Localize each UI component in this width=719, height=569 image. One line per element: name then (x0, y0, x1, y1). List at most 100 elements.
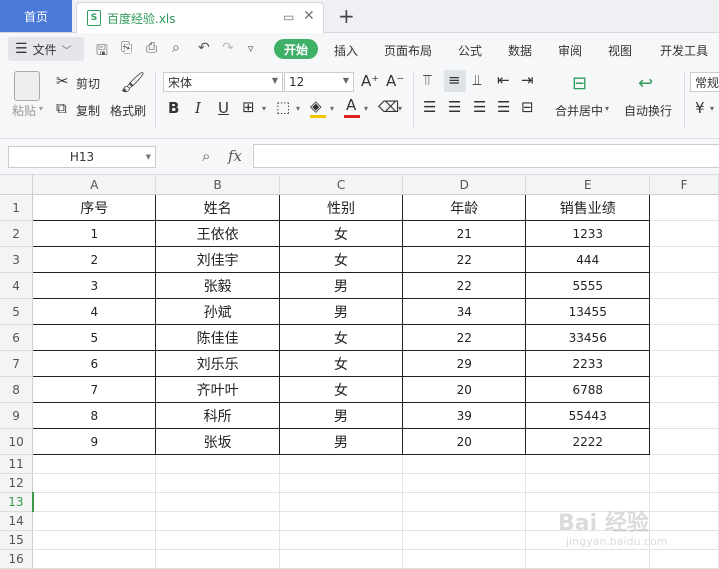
cell[interactable] (649, 272, 719, 299)
cell[interactable]: 2233 (525, 350, 651, 377)
cell[interactable]: 陈佳佳 (155, 324, 280, 351)
copy-icon[interactable]: ⧉ (56, 99, 67, 117)
cell[interactable]: 1233 (525, 220, 651, 247)
cell[interactable] (525, 454, 651, 474)
wrap-text-button[interactable]: 自动换行 (624, 102, 672, 119)
cell[interactable] (32, 511, 157, 531)
row-header[interactable]: 7 (0, 350, 34, 377)
cell[interactable] (155, 492, 280, 512)
cell[interactable] (649, 428, 719, 455)
cell[interactable]: 年龄 (402, 194, 527, 221)
clear-format-icon[interactable]: ⌫ (378, 98, 399, 116)
tab-review[interactable]: 审阅 (558, 42, 582, 59)
currency-icon[interactable]: ¥ (695, 99, 705, 117)
print-icon[interactable]: ⎙ (146, 40, 157, 56)
row-header[interactable]: 11 (0, 454, 34, 474)
tab-view[interactable]: 视图 (608, 42, 632, 59)
chevron-down-icon[interactable]: ▾ (296, 104, 300, 113)
number-format-select[interactable]: 常规 (690, 72, 719, 92)
cell[interactable] (649, 324, 719, 351)
cell[interactable]: 22 (402, 324, 527, 351)
zoom-icon[interactable]: ⌕ (202, 147, 210, 165)
cell[interactable]: 性别 (278, 194, 404, 221)
italic-icon[interactable]: I (195, 99, 201, 117)
cell[interactable]: 22 (402, 246, 527, 273)
underline-icon[interactable]: U (218, 99, 229, 117)
font-name-select[interactable]: 宋体 ▼ (163, 72, 283, 92)
cell[interactable]: 张坂 (155, 428, 280, 455)
font-color-icon[interactable]: A (346, 96, 356, 114)
cell[interactable] (279, 549, 404, 569)
print-preview-icon[interactable]: ⌕ (172, 40, 180, 56)
chevron-down-icon[interactable]: ▾ (330, 104, 334, 113)
cell[interactable]: 20 (402, 376, 527, 403)
borders-icon[interactable]: ⊞ (242, 98, 255, 116)
cell[interactable]: 55443 (525, 402, 651, 429)
cell[interactable] (402, 492, 527, 512)
cell[interactable]: 34 (402, 298, 527, 325)
cell[interactable]: 6 (32, 350, 157, 377)
paste-dropdown-icon[interactable]: ▾ (39, 104, 43, 113)
tab-formulas[interactable]: 公式 (458, 42, 482, 59)
cell[interactable] (155, 530, 280, 550)
cut-button[interactable]: 剪切 (76, 75, 100, 92)
chevron-down-icon[interactable]: ▾ (364, 104, 368, 113)
cell[interactable] (32, 492, 157, 512)
column-header[interactable]: D (402, 175, 527, 195)
cell[interactable]: 21 (402, 220, 527, 247)
cell[interactable]: 刘乐乐 (155, 350, 280, 377)
cell[interactable]: 22 (402, 272, 527, 299)
fill-color-icon[interactable]: ◈ (310, 97, 322, 115)
cell[interactable] (279, 473, 404, 493)
merge-center-icon[interactable]: ⊟ (572, 73, 587, 94)
column-header[interactable]: C (279, 175, 404, 195)
cell[interactable]: 王依依 (155, 220, 280, 247)
cell[interactable] (402, 549, 527, 569)
cell[interactable] (649, 194, 719, 221)
distributed-icon[interactable]: ⊟ (521, 98, 534, 116)
select-all-corner[interactable] (0, 175, 34, 195)
increase-font-icon[interactable]: A⁺ (361, 72, 379, 90)
cell[interactable] (649, 376, 719, 403)
cell[interactable] (32, 454, 157, 474)
cell[interactable]: 39 (402, 402, 527, 429)
font-size-select[interactable]: 12 ▼ (284, 72, 354, 92)
tab-page-layout[interactable]: 页面布局 (384, 42, 432, 59)
cell[interactable] (649, 402, 719, 429)
cell-style-icon[interactable]: ⬚ (276, 98, 290, 116)
cell[interactable] (32, 549, 157, 569)
scissors-icon[interactable]: ✂ (56, 72, 69, 90)
export-icon[interactable]: ⎘ (121, 40, 132, 56)
row-header[interactable]: 12 (0, 473, 34, 493)
cell[interactable]: 5555 (525, 272, 651, 299)
cell[interactable] (279, 454, 404, 474)
align-top-icon[interactable]: ⫪ (423, 71, 431, 89)
cell[interactable]: 销售业绩 (525, 194, 651, 221)
paste-icon[interactable] (14, 71, 40, 101)
row-header[interactable]: 6 (0, 324, 34, 351)
decrease-font-icon[interactable]: A⁻ (386, 72, 404, 90)
chevron-down-icon[interactable]: ▾ (262, 104, 266, 113)
cell[interactable]: 5 (32, 324, 157, 351)
chevron-down-icon[interactable]: ▾ (398, 104, 402, 113)
cell[interactable] (649, 350, 719, 377)
row-header[interactable]: 2 (0, 220, 34, 247)
cell[interactable]: 4 (32, 298, 157, 325)
customize-toolbar-icon[interactable]: ▿ (248, 42, 254, 55)
cell[interactable]: 33456 (525, 324, 651, 351)
row-header[interactable]: 3 (0, 246, 34, 273)
tab-insert[interactable]: 插入 (334, 42, 358, 59)
cell[interactable] (649, 220, 719, 247)
new-tab-button[interactable]: + (338, 4, 355, 28)
row-header[interactable]: 4 (0, 272, 34, 299)
format-painter-button[interactable]: 格式刷 (110, 102, 146, 119)
save-icon[interactable]: 🖫 (96, 40, 108, 64)
justify-icon[interactable]: ☰ (497, 98, 510, 116)
cell[interactable]: 2 (32, 246, 157, 273)
tab-developer[interactable]: 开发工具 (660, 42, 708, 59)
cell[interactable]: 女 (278, 350, 404, 377)
cell[interactable]: 男 (278, 428, 404, 455)
function-icon[interactable]: fx (228, 147, 242, 165)
row-header[interactable]: 1 (0, 194, 34, 221)
cell[interactable]: 女 (278, 324, 404, 351)
